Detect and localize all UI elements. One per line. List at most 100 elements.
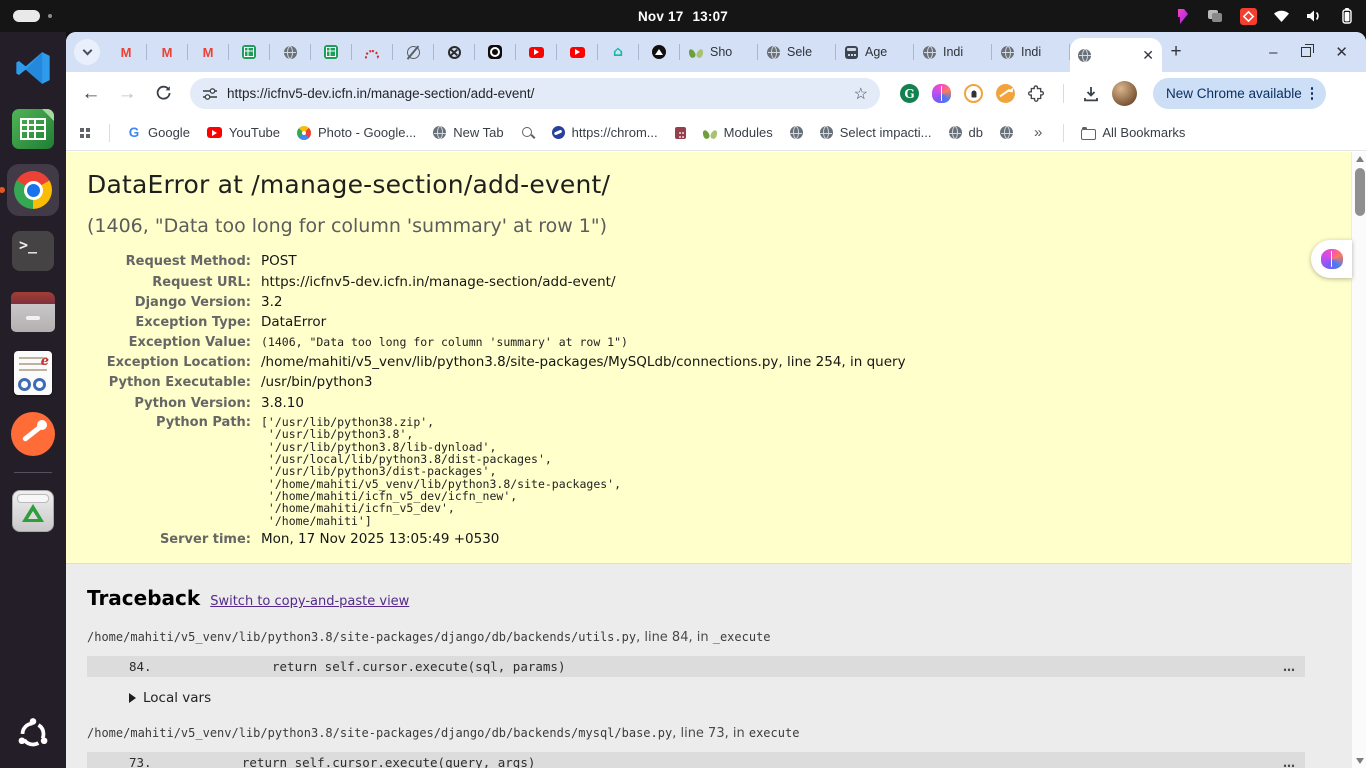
pinned-tab-globe[interactable] xyxy=(270,35,310,69)
all-bookmarks-button[interactable]: All Bookmarks xyxy=(1081,125,1185,140)
dock-item-postman[interactable] xyxy=(7,408,59,460)
summary-row: Request Method: POST xyxy=(66,251,1351,271)
pinned-tab-dark-app[interactable] xyxy=(639,35,679,69)
dock-item-libreoffice-calc[interactable] xyxy=(7,103,59,155)
tab-sele[interactable]: Sele xyxy=(758,35,835,69)
local-vars-toggle[interactable]: Local vars xyxy=(129,690,1351,706)
dock-item-vscode[interactable] xyxy=(7,42,59,94)
battery-icon[interactable] xyxy=(1338,7,1356,25)
extensions-button[interactable] xyxy=(1021,79,1051,109)
wifi-icon[interactable] xyxy=(1272,7,1290,25)
folder-icon xyxy=(1081,126,1095,140)
screenshot-app-icon[interactable] xyxy=(1173,7,1191,25)
pinned-tab-gmail[interactable] xyxy=(188,35,228,69)
address-bar[interactable]: https://icfnv5-dev.icfn.in/manage-sectio… xyxy=(190,78,880,109)
dock-item-ubuntu-logo[interactable] xyxy=(7,708,59,760)
dock-item-terminal[interactable]: >_ xyxy=(7,225,59,277)
pinned-tab-red-arc[interactable] xyxy=(352,35,392,69)
chevron-down-icon xyxy=(82,46,92,56)
system-clock[interactable]: Nov 17 13:07 xyxy=(0,0,1366,32)
bookmark-modules[interactable]: Modules xyxy=(703,125,773,140)
bookmark-select-impacti-[interactable]: Select impacti... xyxy=(820,125,932,140)
tab-indi[interactable]: Indi xyxy=(914,35,991,69)
bookmark-star-icon[interactable]: ☆ xyxy=(854,84,868,104)
bookmark-youtube[interactable]: YouTube xyxy=(207,125,280,140)
switch-view-link[interactable]: Switch to copy-and-paste view xyxy=(210,594,409,609)
apps-grid-icon[interactable] xyxy=(78,126,92,140)
tab-indi[interactable]: Indi xyxy=(992,35,1069,69)
bookmark-photo-google-[interactable]: Photo - Google... xyxy=(297,125,416,140)
menu-dots-icon[interactable] xyxy=(1311,87,1314,100)
globe-icon xyxy=(433,126,446,139)
tab-sho[interactable]: Sho xyxy=(680,35,757,69)
pinned-tab-sheets[interactable] xyxy=(311,35,351,69)
profile-avatar[interactable] xyxy=(1112,81,1137,106)
bookmark-red-mini[interactable] xyxy=(675,127,686,139)
youtube-icon xyxy=(207,127,222,138)
scrollbar-thumb[interactable] xyxy=(1355,168,1365,216)
globe-icon xyxy=(1078,49,1091,62)
bookmark-https-chrom-[interactable]: https://chrom... xyxy=(552,125,658,140)
summary-label: Django Version: xyxy=(66,295,251,310)
pinned-tab-chatgpt[interactable] xyxy=(475,35,515,69)
chat-icon[interactable] xyxy=(1206,7,1224,25)
expand-ellipsis[interactable]: … xyxy=(1283,756,1295,768)
ai-assistant-fab[interactable] xyxy=(1311,240,1352,278)
bookmarks-divider-2 xyxy=(1063,124,1064,142)
scrollbar[interactable] xyxy=(1351,152,1366,768)
pinned-tab-youtube[interactable] xyxy=(557,35,597,69)
grammarly-icon[interactable]: G xyxy=(900,84,919,103)
pinned-tab-gmail[interactable] xyxy=(147,35,187,69)
chrome-blue-icon xyxy=(552,126,565,139)
dock-item-trash[interactable] xyxy=(7,485,59,537)
bookmarks-overflow-button[interactable]: » xyxy=(1030,124,1046,141)
bookmark-globe[interactable] xyxy=(1000,126,1013,139)
volume-icon[interactable] xyxy=(1305,7,1323,25)
active-tab[interactable]: ✕ xyxy=(1070,38,1162,72)
bookmark-db[interactable]: db xyxy=(949,125,983,140)
scroll-down-arrow-icon[interactable] xyxy=(1352,754,1366,768)
tune-icon[interactable] xyxy=(202,86,218,102)
reload-button[interactable] xyxy=(148,79,178,109)
bookmark-search[interactable] xyxy=(521,126,535,140)
dock-item-files[interactable] xyxy=(7,286,59,338)
tab-search-button[interactable] xyxy=(74,39,100,65)
back-button[interactable]: ← xyxy=(76,79,106,109)
pinned-tab-teal-app[interactable] xyxy=(598,35,638,69)
tab-title: Age xyxy=(865,45,887,59)
frame-code-line[interactable]: 84. return self.cursor.execute(sql, para… xyxy=(87,656,1305,677)
bookmark-globe[interactable] xyxy=(790,126,803,139)
page-title: DataError at /manage-section/add-event/ xyxy=(87,170,1351,199)
expand-ellipsis[interactable]: … xyxy=(1283,660,1295,674)
recorder-icon[interactable] xyxy=(1239,7,1257,25)
forward-button[interactable]: → xyxy=(112,79,142,109)
tab-age[interactable]: Age xyxy=(836,35,913,69)
tab-title: Sho xyxy=(710,45,732,59)
ai-brain-icon[interactable] xyxy=(932,84,951,103)
pinned-tab-gmail[interactable] xyxy=(106,35,146,69)
frame-code-line[interactable]: 73. return self.cursor.execute(query, ar… xyxy=(87,752,1305,768)
bookmark-new-tab[interactable]: New Tab xyxy=(433,125,503,140)
update-chrome-button[interactable]: New Chrome available xyxy=(1153,78,1326,109)
window-close-button[interactable]: ✕ xyxy=(1335,45,1348,60)
minimize-button[interactable]: – xyxy=(1269,45,1277,60)
dock-item-document-viewer[interactable]: e xyxy=(7,347,59,399)
pinned-tab-youtube[interactable] xyxy=(516,35,556,69)
tracker-orange-icon[interactable] xyxy=(964,84,983,103)
compass-orange-icon[interactable] xyxy=(996,84,1015,103)
new-tab-button[interactable]: + xyxy=(1162,38,1190,66)
downloads-button[interactable] xyxy=(1076,79,1106,109)
pinned-tab-null[interactable] xyxy=(393,35,433,69)
pinned-tab-sheets[interactable] xyxy=(229,35,269,69)
null-icon xyxy=(407,46,420,59)
tab-close-icon[interactable]: ✕ xyxy=(1142,48,1154,62)
dock-item-chrome[interactable] xyxy=(7,164,59,216)
restore-button[interactable] xyxy=(1301,47,1311,57)
bookmark-google[interactable]: Google xyxy=(127,125,190,140)
url-text[interactable]: https://icfnv5-dev.icfn.in/manage-sectio… xyxy=(227,86,845,101)
scroll-up-arrow-icon[interactable] xyxy=(1352,152,1366,166)
sprout-icon xyxy=(689,45,703,59)
extension-icons: G xyxy=(900,84,1015,103)
pinned-tab-openai[interactable] xyxy=(434,35,474,69)
system-tray[interactable] xyxy=(1173,0,1356,32)
